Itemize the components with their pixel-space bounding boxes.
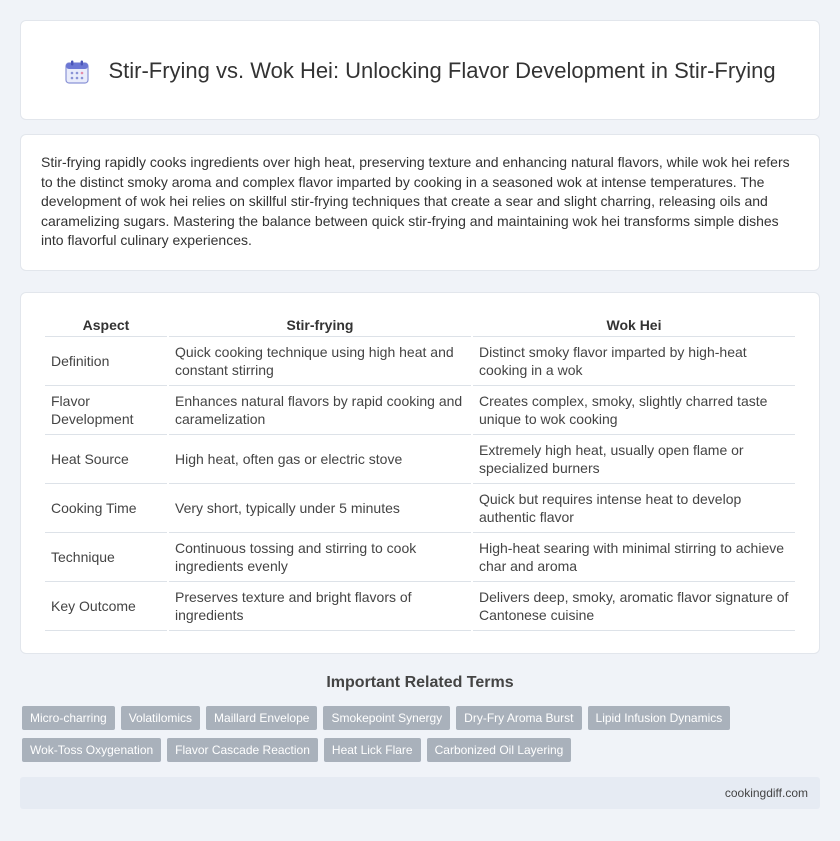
row-stir-frying: Enhances natural flavors by rapid cookin… (169, 386, 471, 435)
row-wok-hei: Delivers deep, smoky, aromatic flavor si… (473, 582, 795, 631)
footer-site-link[interactable]: cookingdiff.com (725, 786, 808, 800)
table-header-row: Aspect Stir-frying Wok Hei (45, 313, 795, 337)
related-term-tag[interactable]: Carbonized Oil Layering (426, 738, 572, 762)
page-title: Stir-Frying vs. Wok Hei: Unlocking Flavo… (108, 57, 776, 83)
related-term-tag[interactable]: Lipid Infusion Dynamics (587, 706, 731, 730)
table-row: Key Outcome Preserves texture and bright… (45, 582, 795, 631)
row-stir-frying: Continuous tossing and stirring to cook … (169, 533, 471, 582)
table-row: Definition Quick cooking technique using… (45, 337, 795, 386)
row-aspect: Definition (45, 337, 167, 386)
row-aspect: Key Outcome (45, 582, 167, 631)
row-stir-frying: High heat, often gas or electric stove (169, 435, 471, 484)
related-term-tag[interactable]: Volatilomics (120, 706, 201, 730)
comparison-table: Aspect Stir-frying Wok Hei Definition Qu… (43, 313, 797, 631)
table-row: Technique Continuous tossing and stirrin… (45, 533, 795, 582)
related-terms-title: Important Related Terms (326, 674, 514, 691)
row-stir-frying: Quick cooking technique using high heat … (169, 337, 471, 386)
row-stir-frying: Preserves texture and bright flavors of … (169, 582, 471, 631)
related-term-tag[interactable]: Heat Lick Flare (323, 738, 421, 762)
comparison-card: Aspect Stir-frying Wok Hei Definition Qu… (20, 292, 820, 654)
intro-paragraph: Stir-frying rapidly cooks ingredients ov… (41, 154, 790, 248)
related-term-tag[interactable]: Flavor Cascade Reaction (167, 738, 318, 762)
row-aspect: Flavor Development (45, 386, 167, 435)
intro-card: Stir-frying rapidly cooks ingredients ov… (20, 134, 820, 271)
related-term-tag[interactable]: Dry-Fry Aroma Burst (456, 706, 582, 730)
header-aspect: Aspect (45, 313, 167, 337)
row-wok-hei: Creates complex, smoky, slightly charred… (473, 386, 795, 435)
related-term-tag[interactable]: Wok-Toss Oxygenation (22, 738, 162, 762)
table-row: Cooking Time Very short, typically under… (45, 484, 795, 533)
header-stir-frying: Stir-frying (169, 313, 471, 337)
header-wok-hei: Wok Hei (473, 313, 795, 337)
row-aspect: Cooking Time (45, 484, 167, 533)
table-row: Flavor Development Enhances natural flav… (45, 386, 795, 435)
footer: cookingdiff.com (20, 777, 820, 809)
row-wok-hei: Quick but requires intense heat to devel… (473, 484, 795, 533)
title-wrap: Stir-Frying vs. Wok Hei: Unlocking Flavo… (64, 56, 776, 85)
row-wok-hei: Extremely high heat, usually open flame … (473, 435, 795, 484)
calendar-icon (65, 60, 90, 84)
related-terms-list: Micro-charring Volatilomics Maillard Env… (22, 706, 822, 762)
title-card: Stir-Frying vs. Wok Hei: Unlocking Flavo… (20, 20, 820, 120)
table-row: Heat Source High heat, often gas or elec… (45, 435, 795, 484)
related-term-tag[interactable]: Smokepoint Synergy (323, 706, 451, 730)
row-aspect: Heat Source (45, 435, 167, 484)
related-term-tag[interactable]: Micro-charring (22, 706, 115, 730)
related-term-tag[interactable]: Maillard Envelope (206, 706, 318, 730)
row-stir-frying: Very short, typically under 5 minutes (169, 484, 471, 533)
row-aspect: Technique (45, 533, 167, 582)
row-wok-hei: High-heat searing with minimal stirring … (473, 533, 795, 582)
row-wok-hei: Distinct smoky flavor imparted by high-h… (473, 337, 795, 386)
